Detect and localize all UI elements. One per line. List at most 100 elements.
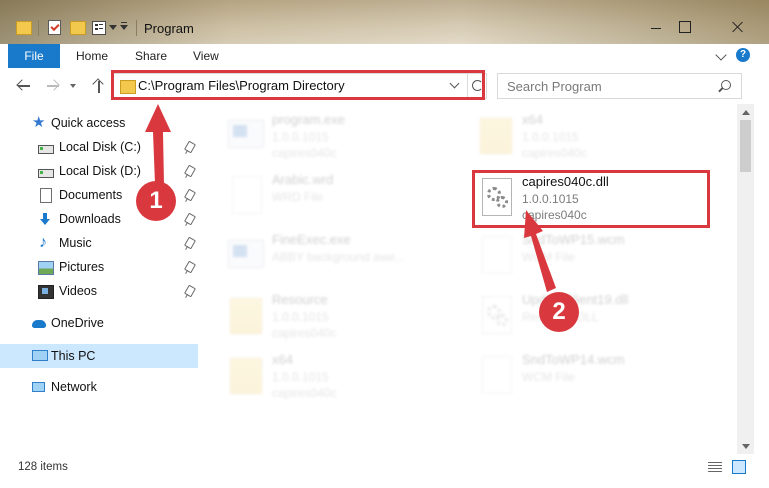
navigation-pane: ★ Quick access Local Disk (C:) Local Dis…	[0, 104, 200, 454]
file-type: WCM File	[522, 250, 575, 264]
file-name: program.exe	[272, 112, 345, 127]
sidebar-item-this-pc[interactable]: This PC	[32, 345, 198, 367]
sidebar-item-pictures[interactable]: Pictures	[38, 256, 198, 278]
sidebar-item-label: Documents	[59, 188, 123, 202]
file-name: SndToWP14.wcm	[522, 352, 625, 367]
tab-file[interactable]: File	[8, 44, 60, 68]
sidebar-item-onedrive[interactable]: OneDrive	[32, 312, 198, 334]
tab-share[interactable]: Share	[135, 44, 167, 68]
large-icons-view-icon[interactable]	[732, 460, 746, 474]
sidebar-item-local-disk-d[interactable]: Local Disk (D:)	[38, 160, 198, 182]
cloud-icon	[32, 320, 46, 328]
document-icon	[482, 236, 512, 274]
document-icon	[232, 176, 262, 214]
star-icon: ★	[32, 114, 46, 131]
file-item[interactable]: SndToWP15.wcm WCM File	[476, 228, 716, 284]
file-version: 1.0.0.1015	[272, 130, 329, 144]
recent-locations-caret-icon[interactable]	[70, 84, 76, 88]
back-arrow-icon[interactable]	[16, 78, 32, 94]
download-icon	[38, 213, 52, 225]
title-bar: Program	[0, 0, 769, 44]
file-item[interactable]: x64 1.0.0.1015 capires040c	[226, 348, 466, 404]
file-item[interactable]: UpdateClient19.dll Resource DLL	[476, 288, 716, 344]
sidebar-item-local-disk-c[interactable]: Local Disk (C:)	[38, 136, 198, 158]
file-description: capires040c	[272, 386, 337, 400]
folder-icon	[480, 118, 512, 154]
pin-icon	[184, 140, 196, 154]
address-bar-highlight	[111, 70, 485, 100]
pictures-icon	[38, 261, 54, 275]
scroll-down-arrow-icon[interactable]	[742, 444, 750, 449]
network-icon	[32, 382, 45, 392]
drive-icon	[38, 169, 54, 178]
vertical-scrollbar[interactable]	[737, 104, 754, 454]
step-1-badge: 1	[136, 181, 176, 221]
scrollbar-thumb[interactable]	[740, 120, 751, 172]
tab-home[interactable]: Home	[76, 44, 108, 68]
close-button[interactable]	[715, 14, 761, 42]
pin-icon	[184, 212, 196, 226]
file-description: capires040c	[272, 326, 337, 340]
file-name: Resource	[272, 292, 328, 307]
sidebar-item-label: Downloads	[59, 212, 121, 226]
music-icon	[38, 232, 52, 254]
file-item[interactable]: FineExec.exe ABBY background awe...	[226, 228, 466, 284]
window-title: Program	[144, 21, 194, 36]
sidebar-item-label: Music	[59, 236, 92, 250]
sidebar-item-quick-access[interactable]: ★ Quick access	[32, 112, 198, 134]
exe-icon	[228, 240, 264, 268]
sidebar-item-music[interactable]: Music	[38, 232, 198, 254]
maximize-button[interactable]	[669, 14, 715, 42]
sidebar-item-network[interactable]: Network	[32, 376, 198, 398]
toolbar-divider	[38, 20, 39, 36]
new-folder-icon[interactable]	[70, 21, 86, 35]
file-description: capires040c	[272, 146, 337, 160]
folder-icon	[230, 358, 262, 394]
target-file-highlight	[472, 170, 710, 228]
item-count: 128 items	[18, 461, 68, 473]
file-name: x64	[522, 112, 543, 127]
properties-check-icon[interactable]	[48, 20, 61, 35]
file-item[interactable]: Resource 1.0.0.1015 capires040c	[226, 288, 466, 344]
sidebar-item-label: OneDrive	[51, 316, 104, 330]
exe-icon	[228, 120, 264, 148]
file-type: WRD File	[272, 190, 324, 204]
file-type: WCM File	[522, 370, 575, 384]
help-icon[interactable]: ?	[736, 48, 750, 62]
video-icon	[38, 285, 54, 299]
file-name: FineExec.exe	[272, 232, 351, 247]
sidebar-item-videos[interactable]: Videos	[38, 280, 198, 302]
file-version: 1.0.0.1015	[522, 130, 579, 144]
sidebar-item-label: Local Disk (D:)	[59, 164, 141, 178]
sidebar-item-downloads[interactable]: Downloads	[38, 208, 198, 230]
search-input[interactable]: Search Program	[497, 73, 742, 99]
tab-view[interactable]: View	[193, 44, 219, 68]
file-item[interactable]: SndToWP14.wcm WCM File	[476, 348, 716, 404]
file-item[interactable]: Arabic.wrd WRD File	[226, 168, 466, 224]
pin-icon	[184, 188, 196, 202]
up-arrow-icon[interactable]	[92, 77, 106, 95]
pin-icon	[184, 260, 196, 274]
sidebar-item-label: Videos	[59, 284, 97, 298]
file-item[interactable]: x64 1.0.0.1015 capires040c	[476, 108, 716, 164]
file-name: x64	[272, 352, 293, 367]
file-description: capires040c	[522, 146, 587, 160]
sidebar-item-label: Network	[51, 380, 97, 394]
file-version: 1.0.0.1015	[272, 310, 329, 324]
file-item[interactable]: program.exe 1.0.0.1015 capires040c	[226, 108, 466, 164]
forward-arrow-icon[interactable]	[45, 78, 61, 94]
view-options-icon[interactable]	[92, 21, 106, 35]
document-icon	[482, 356, 512, 394]
file-description: ABBY background awe...	[272, 250, 406, 264]
drive-icon	[38, 145, 54, 154]
scroll-up-arrow-icon[interactable]	[742, 110, 750, 115]
details-view-icon[interactable]	[708, 462, 722, 472]
quick-access-dropdown-icon[interactable]	[120, 22, 128, 30]
folder-icon	[230, 298, 262, 334]
sidebar-item-label: Quick access	[51, 116, 126, 130]
customize-toolbar-caret-icon[interactable]	[109, 25, 117, 30]
toolbar-divider	[136, 20, 137, 36]
status-bar: 128 items	[0, 454, 769, 488]
sidebar-item-label: This PC	[51, 349, 96, 363]
file-list: program.exe 1.0.0.1015 capires040c x64 1…	[200, 104, 737, 454]
